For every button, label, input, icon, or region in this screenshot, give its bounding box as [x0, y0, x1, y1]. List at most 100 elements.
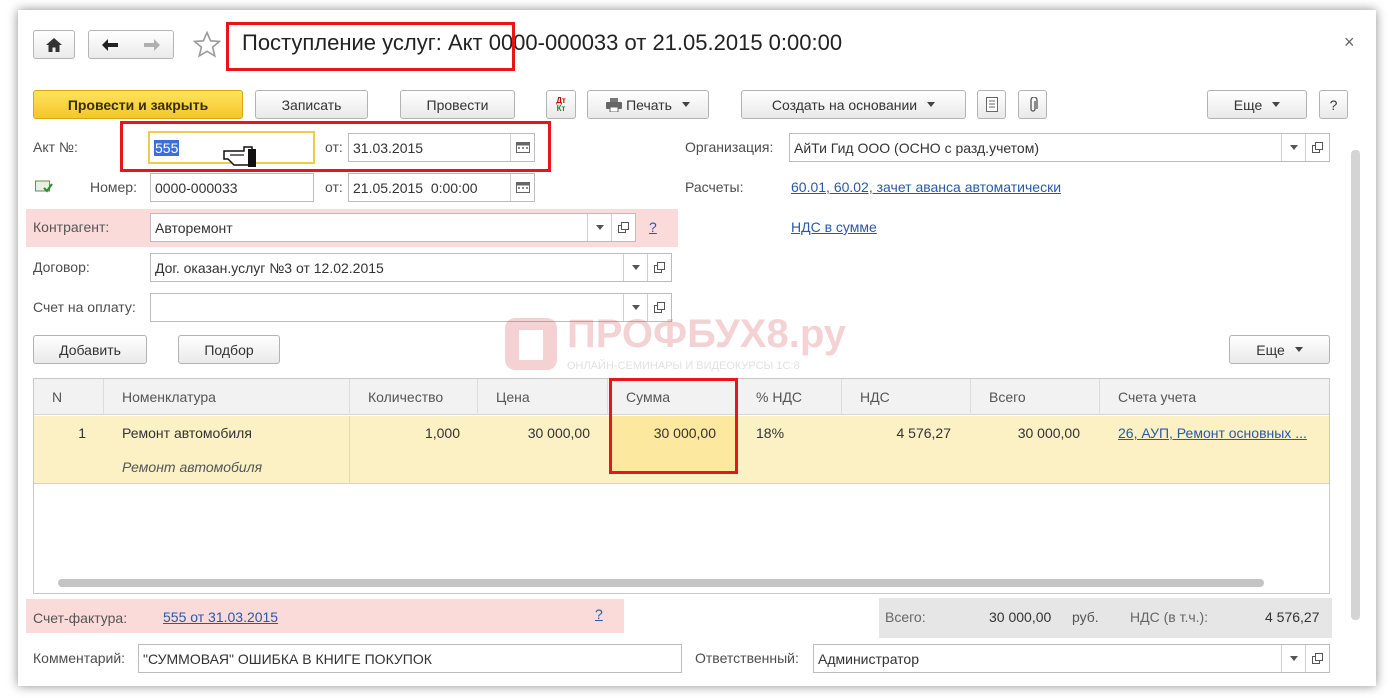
more-actions-button[interactable]: Еще	[1207, 90, 1307, 119]
print-label: Печать	[626, 96, 672, 113]
comment-label: Комментарий:	[33, 650, 126, 666]
act-date-value: 31.03.2015	[353, 139, 424, 156]
contract-label: Договор:	[33, 259, 90, 275]
cell-item[interactable]: Ремонт автомобиля	[122, 416, 348, 450]
table-more-button[interactable]: Еще	[1229, 335, 1330, 364]
counterparty-open-button[interactable]	[611, 214, 635, 241]
services-table: N Номенклатура Количество Цена Сумма % Н…	[33, 378, 1330, 594]
column-header-quantity[interactable]: Количество	[350, 379, 478, 415]
post-and-close-button[interactable]: Провести и закрыть	[33, 90, 243, 119]
tax-invoice-link[interactable]: 555 от 31.03.2015	[163, 609, 278, 625]
organization-input[interactable]: АйТи Гид ООО (ОСНО с разд.учетом)	[789, 133, 1330, 162]
invoice-dropdown-button[interactable]	[623, 294, 647, 321]
number-input[interactable]: 0000-000033	[150, 173, 314, 202]
contract-input[interactable]: Дог. оказан.услуг №3 от 12.02.2015	[150, 253, 672, 282]
invoice-open-button[interactable]	[647, 294, 671, 321]
counterparty-dropdown-button[interactable]	[587, 214, 611, 241]
attachments-button[interactable]	[1018, 90, 1047, 119]
calendar-button[interactable]	[510, 134, 534, 161]
cell-price[interactable]: 30 000,00	[478, 416, 590, 450]
table-more-label: Еще	[1256, 341, 1285, 358]
table-horizontal-scrollbar[interactable]	[58, 579, 1264, 587]
responsible-open-button[interactable]	[1305, 645, 1329, 672]
counterparty-help-link[interactable]: ?	[649, 219, 657, 235]
tax-invoice-help-link[interactable]: ?	[595, 606, 603, 622]
chevron-down-icon	[631, 305, 640, 310]
calendar-icon	[515, 182, 530, 193]
post-button[interactable]: Провести	[400, 90, 515, 119]
cell-vat-rate[interactable]: 18%	[756, 416, 836, 450]
dt-kt-button[interactable]: Дт Кт	[546, 90, 576, 119]
column-header-vat-rate[interactable]: % НДС	[738, 379, 842, 415]
arrow-right-icon	[144, 38, 160, 51]
save-button[interactable]: Записать	[255, 90, 368, 119]
chevron-down-icon	[1272, 102, 1281, 107]
back-button[interactable]	[102, 38, 118, 51]
comment-input[interactable]: "СУММОВАЯ" ОШИБКА В КНИГЕ ПОКУПОК	[138, 644, 682, 673]
column-header-accounts[interactable]: Счета учета	[1100, 379, 1329, 415]
paperclip-icon	[1029, 96, 1038, 112]
cell-vat[interactable]: 4 576,27	[842, 416, 952, 450]
column-header-n[interactable]: N	[34, 379, 104, 415]
column-header-sum[interactable]: Сумма	[608, 379, 738, 415]
close-button[interactable]: ×	[1344, 32, 1355, 53]
add-row-button[interactable]: Добавить	[33, 335, 147, 364]
number-date-from-label: от:	[325, 179, 343, 195]
responsible-input[interactable]: Администратор	[813, 644, 1330, 673]
vat-total-value: 4 576,27	[1265, 609, 1320, 625]
cell-item-content[interactable]: Ремонт автомобиля	[122, 450, 348, 484]
chevron-down-icon	[1294, 347, 1303, 352]
calendar-button[interactable]	[510, 174, 534, 201]
cell-total[interactable]: 30 000,00	[971, 416, 1080, 450]
responsible-dropdown-button[interactable]	[1281, 645, 1305, 672]
open-form-icon	[1312, 653, 1323, 664]
counterparty-input[interactable]: Авторемонт	[150, 213, 636, 242]
calendar-icon	[515, 142, 530, 153]
cell-quantity[interactable]: 1,000	[350, 416, 460, 450]
chevron-down-icon	[1289, 656, 1298, 661]
chevron-down-icon	[595, 225, 604, 230]
currency-label: руб.	[1072, 609, 1099, 625]
settlements-link[interactable]: 60.01, 60.02, зачет аванса автоматически	[791, 179, 1061, 195]
contract-dropdown-button[interactable]	[623, 254, 647, 281]
act-number-label: Акт №:	[33, 139, 78, 155]
organization-open-button[interactable]	[1305, 134, 1329, 161]
counterparty-value: Авторемонт	[155, 219, 233, 236]
document-report-button[interactable]	[977, 90, 1006, 119]
act-date-from-label: от:	[325, 139, 343, 155]
vertical-scrollbar[interactable]	[1351, 150, 1360, 620]
act-date-input[interactable]: 31.03.2015	[348, 133, 535, 162]
posted-status-icon	[35, 179, 53, 196]
more-label: Еще	[1233, 96, 1263, 113]
responsible-value: Администратор	[818, 650, 920, 667]
cell-sum[interactable]: 30 000,00	[610, 416, 736, 473]
chevron-down-icon	[927, 102, 936, 107]
chevron-down-icon	[681, 102, 690, 107]
column-header-total[interactable]: Всего	[971, 379, 1100, 415]
home-button[interactable]	[33, 30, 75, 59]
help-button[interactable]: ?	[1319, 90, 1348, 119]
invoice-for-payment-label: Счет на оплату:	[33, 299, 136, 315]
number-date-value: 21.05.2015 0:00:00	[353, 179, 478, 196]
cell-n[interactable]: 1	[34, 416, 86, 450]
number-label: Номер:	[90, 179, 137, 195]
invoice-for-payment-input[interactable]	[150, 293, 672, 322]
column-header-item[interactable]: Номенклатура	[104, 379, 350, 415]
table-header: N Номенклатура Количество Цена Сумма % Н…	[34, 379, 1329, 415]
cell-accounts[interactable]: 26, АУП, Ремонт основных ...	[1118, 416, 1328, 450]
favorite-star-button[interactable]	[192, 30, 222, 61]
organization-dropdown-button[interactable]	[1281, 134, 1305, 161]
create-based-on-button[interactable]: Создать на основании	[741, 90, 966, 119]
forward-button[interactable]	[144, 38, 160, 51]
column-header-price[interactable]: Цена	[478, 379, 608, 415]
vat-in-amount-link[interactable]: НДС в сумме	[791, 219, 877, 235]
column-header-vat[interactable]: НДС	[842, 379, 971, 415]
create-based-label: Создать на основании	[771, 96, 918, 113]
open-form-icon	[654, 302, 665, 313]
page-title: Поступление услуг: Акт 0000-000033 от 21…	[242, 30, 843, 55]
print-button[interactable]: Печать	[587, 90, 709, 119]
contract-open-button[interactable]	[647, 254, 671, 281]
pick-items-button[interactable]: Подбор	[178, 335, 280, 364]
table-row[interactable]: 1 Ремонт автомобиля Ремонт автомобиля 1,…	[34, 416, 1329, 484]
number-date-input[interactable]: 21.05.2015 0:00:00	[348, 173, 535, 202]
